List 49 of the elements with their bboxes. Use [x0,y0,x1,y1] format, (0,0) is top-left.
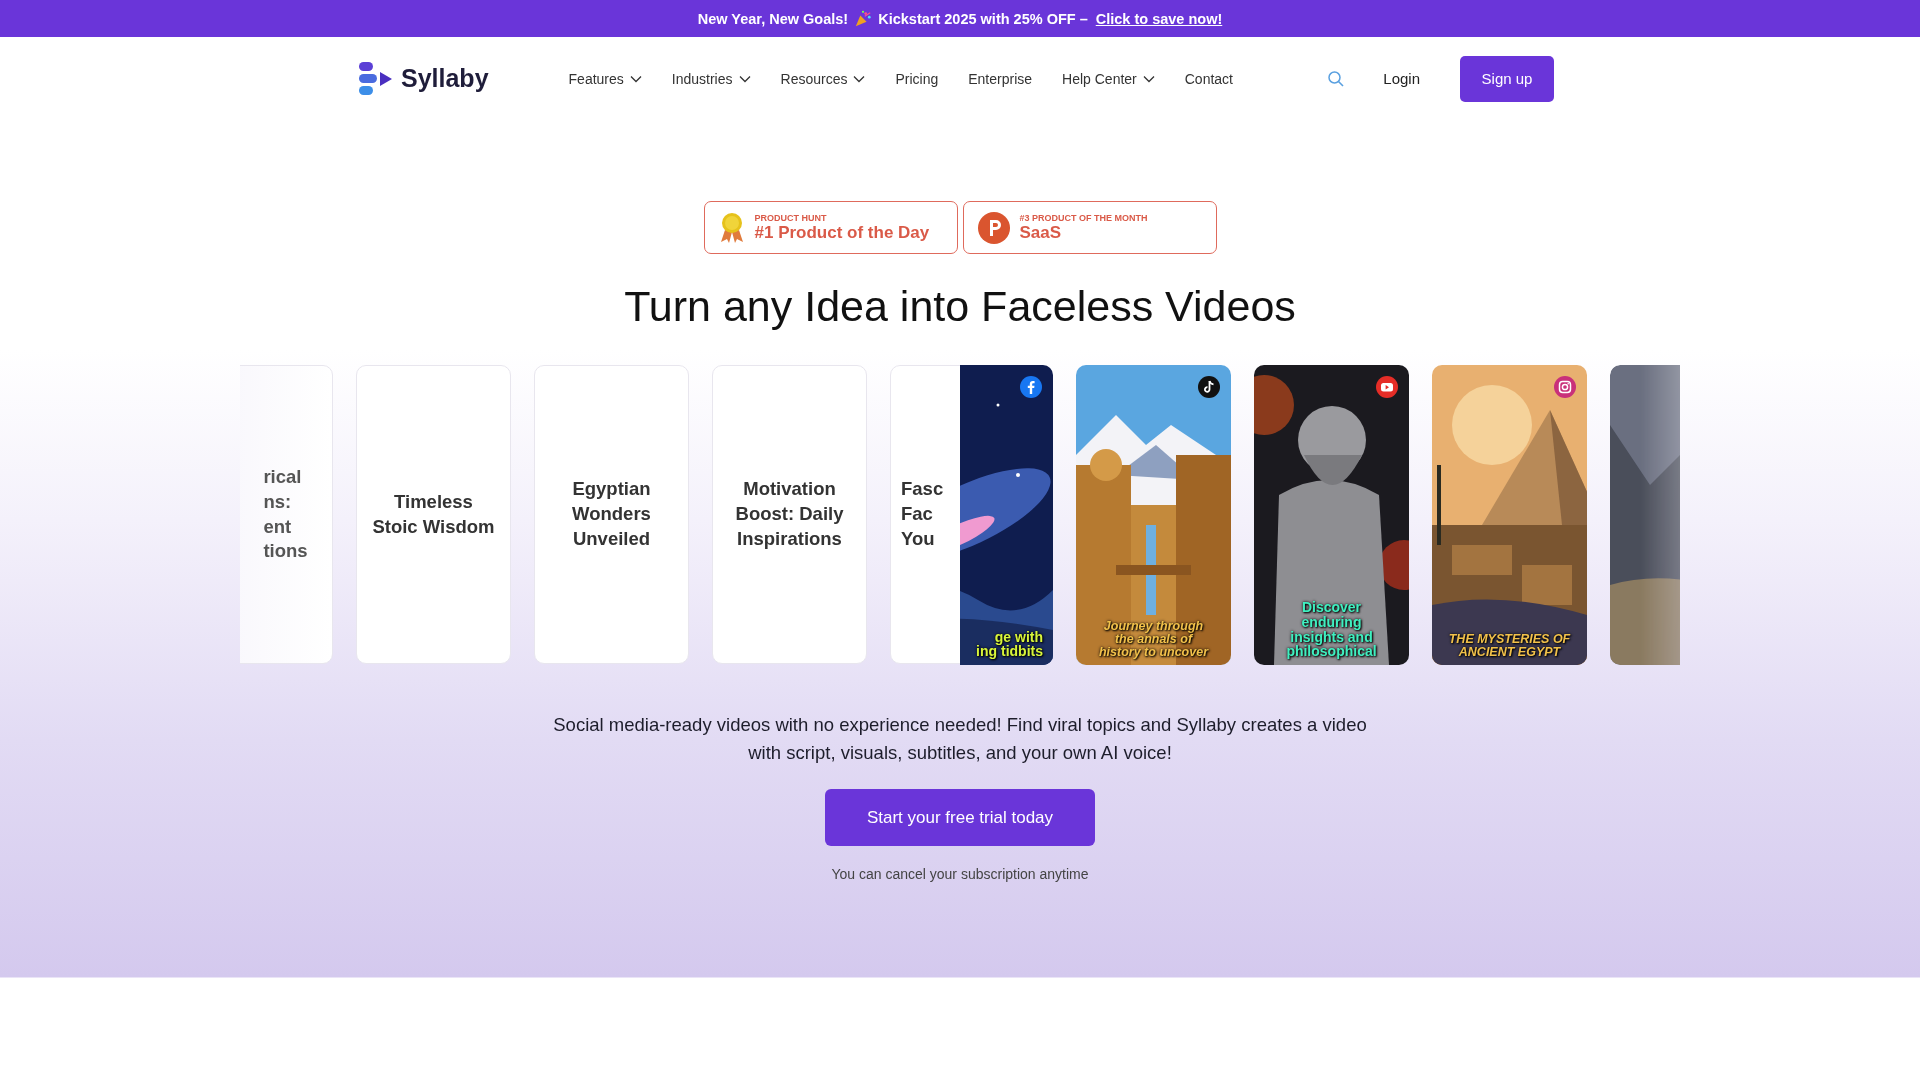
video-caption: Journey through the annals of history to uncover [1097,619,1210,659]
logo-wordmark[interactable]: Syllaby [401,64,489,93]
topic-title: Motivation Boost: Daily Inspirations [735,477,844,551]
award-label: PRODUCT HUNT [754,212,828,223]
nav-link[interactable]: Pricing [895,70,939,87]
chevron-down-icon [1142,74,1155,83]
topic-title: Fasc Fac You [901,477,944,551]
medal-icon [718,211,745,244]
topic-title: rical ns: ent tions [263,464,308,564]
video-caption: Discover enduring insights and philosophical [1285,600,1378,659]
promo-text: New Year, New Goals! [697,10,849,27]
topic-card[interactable]: Motivation Boost: Daily Inspirations [712,365,867,664]
promo-text: Kickstart 2025 with 25% OFF – [878,10,1088,27]
search-icon[interactable] [1327,69,1346,88]
free-trial-button[interactable]: Start your free trial today [825,789,1095,846]
award-title: SaaS [1019,222,1063,243]
topic-card[interactable]: Fasc Fac You [890,365,960,664]
instagram-icon [1554,376,1576,398]
topic-card[interactable]: rical ns: ent tions [240,365,333,664]
topic-card[interactable]: Egyptian Wonders Unveiled [534,365,689,664]
login-link[interactable]: Login [1383,70,1420,87]
chevron-down-icon [853,74,866,83]
p-logo-icon [977,211,1010,244]
topic-title: Egyptian Wonders Unveiled [572,477,651,551]
nav-link[interactable]: Enterprise [968,70,1033,87]
nav-link[interactable]: Help Center [1062,70,1155,87]
topic-card[interactable]: Timeless Stoic Wisdom [356,365,511,664]
chevron-down-icon [738,74,751,83]
party-popper-icon [854,9,873,28]
award-badge[interactable]: PRODUCT HUNT #1 Product of the Day [703,201,958,254]
tiktok-icon [1198,376,1220,398]
topic-title: Timeless Stoic Wisdom [372,489,495,539]
cancel-note: You can cancel your subscription anytime [831,866,1089,882]
signup-button[interactable]: Sign up [1460,55,1554,102]
hero-description: Social media-ready videos with no experience needed! Find viral topics and Syllaby creates a video with script, visuals, subtitles, and your own AI voice! [552,713,1368,765]
award-label: #3 PRODUCT OF THE MONTH [1019,212,1148,223]
award-badge[interactable]: #3 PRODUCT OF THE MONTH SaaS [962,201,1217,254]
award-title: #1 Product of the Day [754,222,930,243]
chevron-down-icon [629,74,642,83]
nav-link[interactable]: Resources [780,70,866,87]
youtube-icon [1376,376,1398,398]
nav-link[interactable]: Industries [671,70,751,87]
nav-link[interactable]: Features [568,70,642,87]
video-caption: ge with ing tidbits [976,629,1043,659]
nav-link[interactable]: Contact [1184,70,1233,87]
hero-headline: Turn any Idea into Faceless Videos [624,282,1296,331]
video-caption: THE MYSTERIES OF ANCIENT EGYPT [1447,632,1572,659]
facebook-icon [1020,376,1042,398]
promo-link[interactable]: Click to save now! [1095,10,1223,27]
